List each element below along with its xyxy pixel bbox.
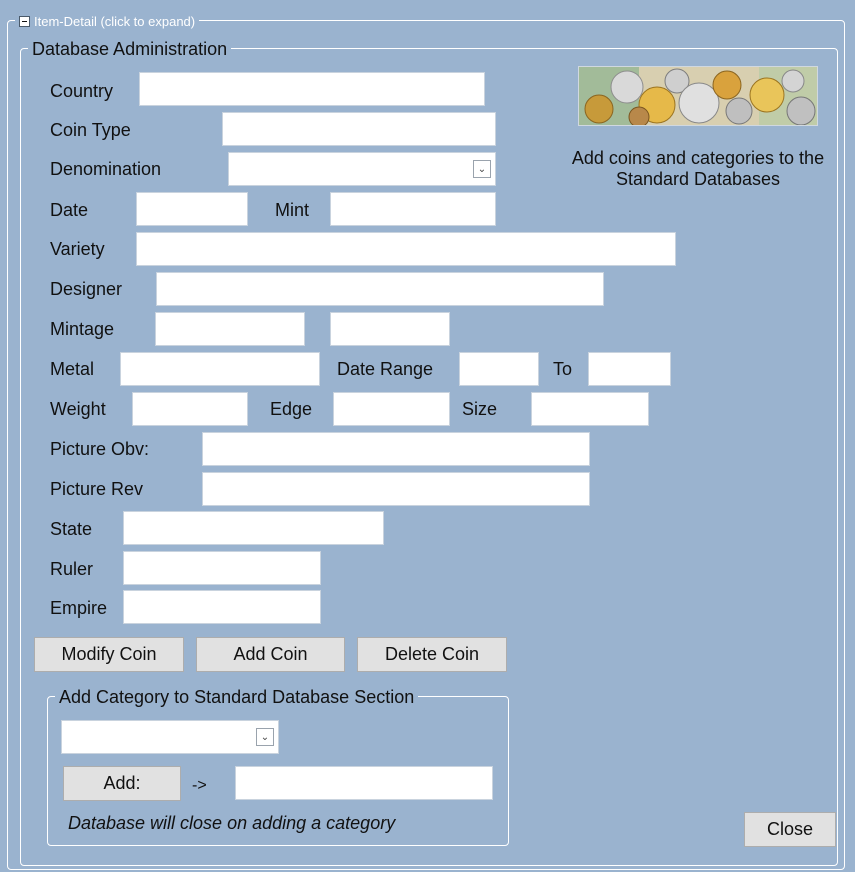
- database-admin-panel: Item-Detail (click to expand) Database A…: [0, 0, 855, 872]
- add-coin-button[interactable]: Add Coin: [196, 637, 345, 672]
- close-button[interactable]: Close: [744, 812, 836, 847]
- coin-type-label: Coin Type: [50, 120, 131, 140]
- category-select[interactable]: ⌄: [61, 720, 279, 754]
- arrow-text: ->: [192, 777, 207, 794]
- variety-label: Variety: [50, 239, 105, 259]
- denomination-label: Denomination: [50, 159, 162, 179]
- modify-coin-button[interactable]: Modify Coin: [34, 637, 184, 672]
- new-category-input[interactable]: [235, 766, 493, 800]
- chevron-down-icon[interactable]: ⌄: [473, 160, 491, 178]
- picture-obv-label: Picture Obv:: [50, 439, 150, 459]
- mintage-label: Mintage: [50, 319, 115, 339]
- mintage-input-secondary[interactable]: [330, 312, 450, 346]
- chevron-down-icon[interactable]: ⌄: [256, 728, 274, 746]
- picture-rev-label: Picture Rev: [50, 479, 144, 499]
- date-range-to-input[interactable]: [588, 352, 671, 386]
- size-label: Size: [462, 399, 498, 419]
- date-input[interactable]: [136, 192, 248, 226]
- empire-input[interactable]: [123, 590, 321, 624]
- category-note: Database will close on adding a category: [68, 813, 396, 833]
- coins-illustration: [579, 67, 817, 125]
- weight-input[interactable]: [132, 392, 248, 426]
- mint-label: Mint: [275, 200, 310, 220]
- side-caption: Add coins and categories to the Standard…: [571, 148, 825, 189]
- weight-label: Weight: [50, 399, 106, 419]
- edge-input[interactable]: [333, 392, 450, 426]
- picture-obv-input[interactable]: [202, 432, 590, 466]
- state-input[interactable]: [123, 511, 384, 545]
- variety-input[interactable]: [136, 232, 676, 266]
- item-detail-toggle[interactable]: Item-Detail (click to expand): [15, 12, 200, 30]
- designer-label: Designer: [50, 279, 123, 299]
- section-title: Database Administration: [28, 38, 232, 60]
- ruler-input[interactable]: [123, 551, 321, 585]
- add-category-button[interactable]: Add:: [63, 766, 181, 801]
- empire-label: Empire: [50, 598, 108, 618]
- metal-input[interactable]: [120, 352, 320, 386]
- ruler-label: Ruler: [50, 559, 94, 579]
- date-range-from-input[interactable]: [459, 352, 539, 386]
- mintage-input[interactable]: [155, 312, 305, 346]
- picture-rev-input[interactable]: [202, 472, 590, 506]
- size-input[interactable]: [531, 392, 649, 426]
- coins-image: [578, 66, 818, 126]
- collapse-icon[interactable]: [19, 15, 30, 27]
- denomination-select[interactable]: ⌄: [228, 152, 496, 186]
- metal-label: Metal: [50, 359, 95, 379]
- designer-input[interactable]: [156, 272, 604, 306]
- date-range-label: Date Range: [337, 359, 434, 379]
- edge-label: Edge: [270, 399, 313, 419]
- item-detail-label[interactable]: Item-Detail (click to expand): [34, 14, 195, 29]
- delete-coin-button[interactable]: Delete Coin: [357, 637, 507, 672]
- date-range-to-label: To: [553, 359, 573, 379]
- date-label: Date: [50, 200, 89, 220]
- country-label: Country: [50, 81, 114, 101]
- category-section-title: Add Category to Standard Database Sectio…: [55, 686, 419, 708]
- country-input[interactable]: [139, 72, 485, 106]
- mint-input[interactable]: [330, 192, 496, 226]
- coin-type-input[interactable]: [222, 112, 496, 146]
- state-label: State: [50, 519, 93, 539]
